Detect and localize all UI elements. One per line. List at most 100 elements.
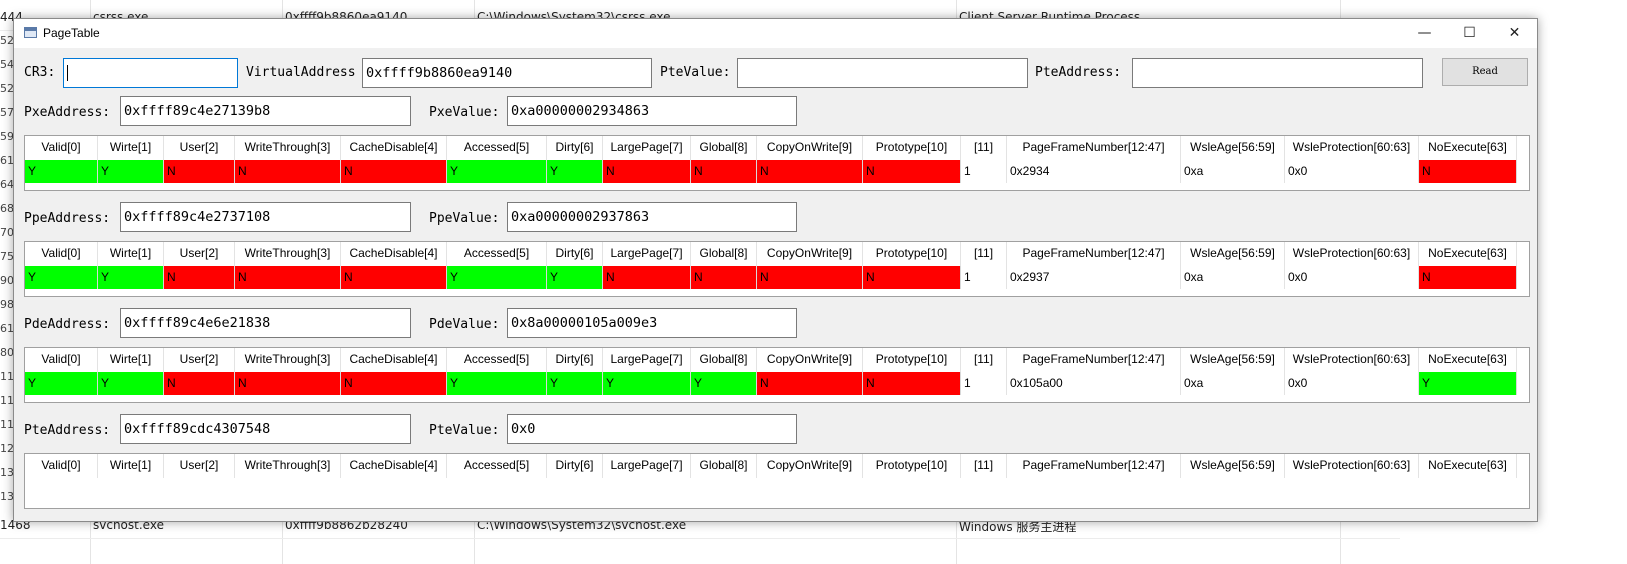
column-header[interactable]: User[2] [164,454,235,478]
column-header[interactable]: LargePage[7] [603,454,691,478]
column-header[interactable]: Valid[0] [25,348,98,372]
column-header[interactable]: LargePage[7] [603,136,691,160]
table-cell[interactable]: Y [98,160,164,183]
column-header[interactable]: Global[8] [691,454,757,478]
level-value-input[interactable]: 0xa00000002934863 [507,96,797,126]
column-header[interactable]: Wirte[1] [98,348,164,372]
column-header[interactable]: User[2] [164,348,235,372]
column-header[interactable]: Prototype[10] [863,136,961,160]
table-cell[interactable]: 1 [961,372,1007,395]
column-header[interactable]: User[2] [164,136,235,160]
level-value-input[interactable]: 0x8a00000105a009e3 [507,308,797,338]
table-cell[interactable]: Y [98,266,164,289]
table-cell[interactable]: Y [98,372,164,395]
column-header[interactable]: PageFrameNumber[12:47] [1007,242,1181,266]
table-cell[interactable]: 0x2937 [1007,266,1181,289]
table-cell[interactable]: N [1419,266,1517,289]
table-cell[interactable]: N [863,372,961,395]
column-header[interactable]: PageFrameNumber[12:47] [1007,136,1181,160]
maximize-button[interactable]: ☐ [1447,19,1492,48]
column-header[interactable]: [11] [961,454,1007,478]
column-header[interactable]: WriteThrough[3] [235,242,341,266]
table-cell[interactable]: N [691,266,757,289]
table-cell[interactable]: 0x0 [1285,160,1419,183]
column-header[interactable]: [11] [961,348,1007,372]
table-cell[interactable]: 0x2934 [1007,160,1181,183]
entry-bits-table[interactable]: Valid[0] Wirte[1] User[2] WriteThrough[3] Ca… [24,135,1530,191]
table-cell[interactable]: N [235,160,341,183]
table-cell[interactable]: N [1419,160,1517,183]
column-header[interactable]: Accessed[5] [447,348,547,372]
table-cell[interactable]: Y [603,372,691,395]
table-cell[interactable]: Y [25,372,98,395]
column-header[interactable]: Valid[0] [25,454,98,478]
column-header[interactable]: CacheDisable[4] [341,136,447,160]
column-header[interactable]: Prototype[10] [863,348,961,372]
column-header[interactable]: Wirte[1] [98,242,164,266]
entry-bits-table[interactable]: Valid[0] Wirte[1] User[2] WriteThrough[3] Ca… [24,347,1530,403]
column-header[interactable]: WsleProtection[60:63] [1285,242,1419,266]
table-cell[interactable]: Y [547,266,603,289]
table-cell[interactable]: N [863,266,961,289]
column-header[interactable]: PageFrameNumber[12:47] [1007,348,1181,372]
table-cell[interactable]: 0xa [1181,266,1285,289]
table-cell[interactable]: 1 [961,160,1007,183]
level-value-input[interactable]: 0x0 [507,414,797,444]
table-row[interactable]: Y Y N N N Y Y N N N N 1 0x2934 0xa 0x0 N [25,160,1517,183]
column-header[interactable]: [11] [961,242,1007,266]
column-header[interactable]: CacheDisable[4] [341,454,447,478]
table-cell[interactable]: N [164,160,235,183]
virtual-address-input[interactable]: 0xffff9b8860ea9140 [362,58,652,88]
table-cell[interactable]: N [164,372,235,395]
entry-bits-table[interactable]: Valid[0] Wirte[1] User[2] WriteThrough[3] Ca… [24,453,1530,509]
table-cell[interactable]: N [863,160,961,183]
column-header[interactable]: CopyOnWrite[9] [757,348,863,372]
column-header[interactable]: WsleProtection[60:63] [1285,136,1419,160]
minimize-button[interactable]: — [1402,19,1447,48]
column-header[interactable]: WriteThrough[3] [235,136,341,160]
level-address-input[interactable]: 0xffff89c4e6e21838 [120,308,411,338]
level-address-input[interactable]: 0xffff89c4e27139b8 [120,96,411,126]
table-cell[interactable]: 0x0 [1285,266,1419,289]
column-header[interactable]: LargePage[7] [603,242,691,266]
column-header[interactable]: PageFrameNumber[12:47] [1007,454,1181,478]
column-header[interactable]: Dirty[6] [547,348,603,372]
column-header[interactable]: CopyOnWrite[9] [757,454,863,478]
column-header[interactable]: Dirty[6] [547,136,603,160]
column-header[interactable]: User[2] [164,242,235,266]
column-header[interactable]: WsleProtection[60:63] [1285,454,1419,478]
table-cell[interactable]: N [341,372,447,395]
level-value-input[interactable]: 0xa00000002937863 [507,202,797,232]
table-cell[interactable]: 0xa [1181,372,1285,395]
column-header[interactable]: Dirty[6] [547,242,603,266]
column-header[interactable]: NoExecute[63] [1419,242,1517,266]
column-header[interactable]: WsleAge[56:59] [1181,454,1285,478]
table-cell[interactable]: Y [547,372,603,395]
column-header[interactable]: Prototype[10] [863,454,961,478]
table-cell[interactable]: N [757,160,863,183]
column-header[interactable]: CopyOnWrite[9] [757,136,863,160]
read-button[interactable]: Read [1442,58,1528,86]
table-cell[interactable]: N [235,372,341,395]
table-cell[interactable]: N [603,160,691,183]
table-cell[interactable]: 0x0 [1285,372,1419,395]
title-bar[interactable]: PageTable — ☐ ✕ [14,19,1537,48]
column-header[interactable]: Wirte[1] [98,454,164,478]
entry-bits-table[interactable]: Valid[0] Wirte[1] User[2] WriteThrough[3] Ca… [24,241,1530,297]
column-header[interactable]: CopyOnWrite[9] [757,242,863,266]
column-header[interactable]: Prototype[10] [863,242,961,266]
table-cell[interactable]: Y [691,372,757,395]
table-cell[interactable]: Y [25,266,98,289]
column-header[interactable]: WsleAge[56:59] [1181,242,1285,266]
level-address-input[interactable]: 0xffff89cdc4307548 [120,414,411,444]
column-header[interactable]: LargePage[7] [603,348,691,372]
column-header[interactable]: Global[8] [691,242,757,266]
table-cell[interactable]: Y [447,160,547,183]
table-cell[interactable]: 1 [961,266,1007,289]
table-cell[interactable]: Y [447,372,547,395]
table-cell[interactable]: Y [447,266,547,289]
table-cell[interactable]: 0xa [1181,160,1285,183]
column-header[interactable]: Wirte[1] [98,136,164,160]
column-header[interactable]: Global[8] [691,348,757,372]
table-cell[interactable]: Y [547,160,603,183]
